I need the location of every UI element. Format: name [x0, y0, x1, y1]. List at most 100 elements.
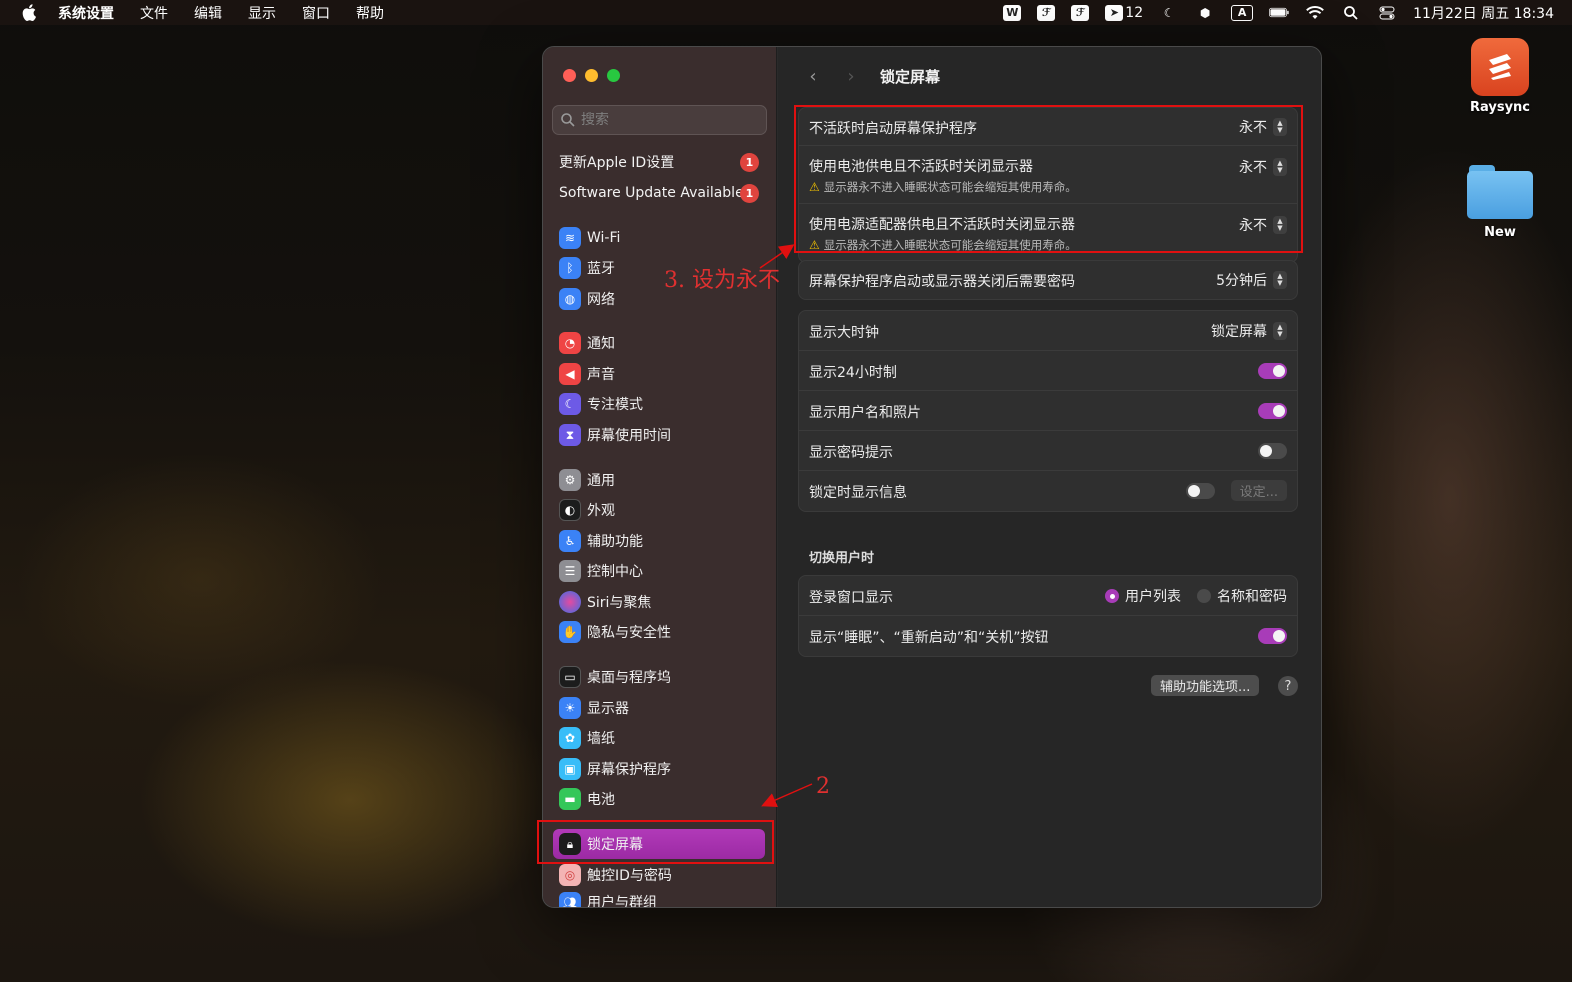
cursor-counter[interactable]: ➤ 12: [1105, 4, 1143, 21]
sidebar-item-label: 桌面与程序坞: [587, 670, 671, 686]
sidebar-item-label: 网络: [587, 292, 615, 308]
set-message-button[interactable]: 设定...: [1230, 480, 1287, 501]
search-input[interactable]: [581, 112, 751, 128]
control-center-icon[interactable]: [1377, 5, 1397, 21]
accessibility-options-button[interactable]: 辅助功能选项...: [1151, 675, 1260, 696]
lock-message-toggle[interactable]: [1186, 483, 1215, 499]
pdf-icon[interactable]: ℱ: [1037, 4, 1056, 21]
sidebar-item-screen-time[interactable]: ⧗ 屏幕使用时间: [559, 422, 769, 448]
annotation-step3-text: 3. 设为永不: [664, 268, 780, 293]
menu-help[interactable]: 帮助: [356, 3, 384, 23]
sidebar-item-desktop-dock[interactable]: ▭ 桌面与程序坞: [559, 664, 769, 690]
control-center-icon: ☰: [559, 560, 581, 582]
flower-icon: ✿: [559, 727, 581, 749]
wps-icon[interactable]: W: [1003, 4, 1022, 21]
radio-dot: [1197, 589, 1211, 603]
sidebar-item-focus[interactable]: ☾ 专注模式: [559, 391, 769, 417]
sidebar-item-notifications[interactable]: ◔ 通知: [559, 330, 769, 356]
row-label: 锁定时显示信息: [809, 485, 907, 501]
sidebar-item-appearance[interactable]: ◐ 外观: [559, 497, 769, 523]
zoom-button[interactable]: [607, 69, 620, 82]
sidebar-item-wallpaper[interactable]: ✿ 墙纸: [559, 725, 769, 751]
sidebar-item-screen-saver[interactable]: ▣ 屏幕保护程序: [559, 756, 769, 782]
24-hour-toggle[interactable]: [1258, 363, 1287, 379]
sidebar-item-sound[interactable]: ◀ 声音: [559, 361, 769, 387]
row-label: 显示“睡眠”、“重新启动”和“关机”按钮: [809, 630, 1049, 646]
back-button[interactable]: ‹: [800, 63, 826, 89]
update-label: Software Update Available: [559, 185, 744, 201]
username-photo-toggle[interactable]: [1258, 403, 1287, 419]
raysync-app-icon: [1471, 38, 1529, 96]
desktop-icon-raysync[interactable]: Raysync: [1460, 38, 1540, 115]
moon-icon[interactable]: ☾: [1159, 5, 1179, 21]
bookmark-icon[interactable]: ⬢: [1195, 5, 1215, 21]
pdf-icon-2[interactable]: ℱ: [1071, 4, 1090, 21]
lock-screen-display-group: 显示大时钟 锁定屏幕 ▲ ▼ 显示24小时制 显示用户名和照片 显示密码提示 锁定时…: [798, 310, 1298, 512]
apple-menu-icon[interactable]: [22, 4, 40, 21]
sidebar-item-label: 控制中心: [587, 564, 643, 580]
speaker-icon: ◀: [559, 363, 581, 385]
sidebar-item-label: 墙纸: [587, 731, 615, 747]
row-label: 显示大时钟: [809, 325, 879, 341]
login-window-row: 登录窗口显示 用户列表 名称和密码: [799, 576, 1297, 616]
radio-user-list[interactable]: 用户列表: [1105, 586, 1181, 606]
gear-icon: ⚙: [559, 469, 581, 491]
desktop-icon-label: Raysync: [1469, 100, 1531, 115]
bluetooth-icon: ᛒ: [559, 257, 581, 279]
sidebar-item-label: 专注模式: [587, 397, 643, 413]
desktop-icon-new-folder[interactable]: New: [1460, 165, 1540, 240]
sidebar-item-privacy[interactable]: ✋ 隐私与安全性: [559, 619, 769, 645]
menu-edit[interactable]: 编辑: [194, 3, 222, 23]
bell-icon: ◔: [559, 332, 581, 354]
menu-bar: 系统设置 文件 编辑 显示 窗口 帮助 W ℱ ℱ ➤ 12 ☾ ⬢ A 11月…: [0, 0, 1572, 25]
chevron-updown-icon: ▲ ▼: [1273, 271, 1287, 289]
sidebar-item-label: Wi-Fi: [587, 230, 621, 246]
datetime[interactable]: 11月22日 周五 18:34: [1413, 3, 1554, 23]
battery-icon[interactable]: [1269, 5, 1289, 21]
wifi-icon[interactable]: [1305, 5, 1325, 21]
battery-icon: ▬: [559, 788, 581, 810]
big-clock-select[interactable]: 锁定屏幕 ▲ ▼: [1211, 321, 1287, 341]
menu-view[interactable]: 显示: [248, 3, 276, 23]
menu-window[interactable]: 窗口: [302, 3, 330, 23]
radio-name-password[interactable]: 名称和密码: [1197, 586, 1287, 606]
password-hint-toggle[interactable]: [1258, 443, 1287, 459]
menu-file[interactable]: 文件: [140, 3, 168, 23]
help-button[interactable]: ?: [1278, 676, 1298, 696]
sidebar-item-accessibility[interactable]: ♿ 辅助功能: [559, 528, 769, 554]
input-a-icon[interactable]: A: [1231, 4, 1254, 21]
sidebar-item-displays[interactable]: ☀ 显示器: [559, 695, 769, 721]
sidebar-item-users[interactable]: 👥︎ 用户与群组: [559, 892, 769, 907]
hand-icon: ✋: [559, 621, 581, 643]
require-password-select[interactable]: 5分钟后 ▲ ▼: [1216, 270, 1287, 290]
sidebar-item-siri[interactable]: Siri与聚焦: [559, 589, 769, 615]
search-icon[interactable]: [1341, 5, 1361, 21]
sidebar-item-battery[interactable]: ▬ 电池: [559, 786, 769, 812]
sidebar-item-general[interactable]: ⚙ 通用: [559, 467, 769, 493]
sidebar-item-touch-id[interactable]: ◎ 触控ID与密码: [559, 862, 769, 888]
menu-app-name[interactable]: 系统设置: [58, 3, 114, 23]
update-label: 更新Apple ID设置: [559, 155, 675, 171]
globe-icon: ◍: [559, 288, 581, 310]
sidebar-item-label: 屏幕保护程序: [587, 762, 671, 778]
row-label: 屏幕保护程序启动或显示器关闭后需要密码: [809, 274, 1075, 290]
power-buttons-toggle[interactable]: [1258, 628, 1287, 644]
screensaver-icon: ▣: [559, 758, 581, 780]
password-hint-row: 显示密码提示: [799, 431, 1297, 471]
window-controls: [563, 69, 620, 82]
switch-user-group: 登录窗口显示 用户列表 名称和密码 显示“睡眠”、“重新启动”和“关机”按钮: [798, 575, 1298, 657]
update-apple-id-row[interactable]: 更新Apple ID设置 1: [559, 151, 759, 173]
close-button[interactable]: [563, 69, 576, 82]
sidebar-item-label: 辅助功能: [587, 534, 643, 550]
row-label: 显示密码提示: [809, 445, 893, 461]
minimize-button[interactable]: [585, 69, 598, 82]
sidebar-item-label: 显示器: [587, 701, 629, 717]
forward-button[interactable]: ›: [838, 63, 864, 89]
software-update-row[interactable]: Software Update Available 1: [559, 182, 759, 204]
appearance-icon: ◐: [559, 499, 581, 521]
search-field[interactable]: [552, 105, 767, 135]
radio-dot: [1105, 589, 1119, 603]
sidebar-item-wifi[interactable]: ≋ Wi-Fi: [559, 225, 769, 251]
moon-icon: ☾: [559, 393, 581, 415]
sidebar-item-control-center[interactable]: ☰ 控制中心: [559, 558, 769, 584]
